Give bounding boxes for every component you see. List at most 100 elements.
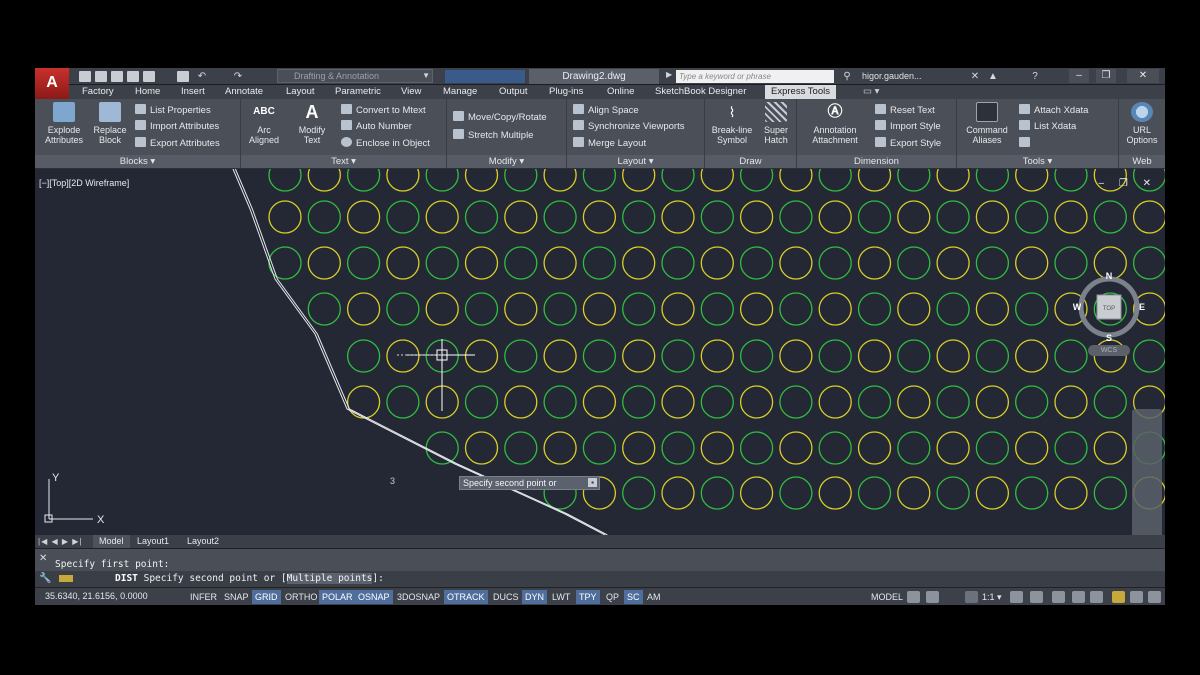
align-space-button[interactable]: Align Space [573,104,639,118]
drawing-circle[interactable] [543,431,577,465]
drawing-circle[interactable] [1093,431,1127,465]
drawing-circle[interactable] [543,200,577,234]
drawing-circle[interactable] [622,169,656,192]
drawing-svg[interactable] [35,169,1165,535]
drawing-circle[interactable] [1015,169,1049,192]
drawing-circle[interactable] [464,339,499,373]
drawing-circle[interactable] [307,200,341,234]
status-toggle-otrack[interactable]: OTRACK [444,590,488,604]
layout-nav-buttons[interactable]: |◀ ◀ ▶ ▶| [38,535,82,548]
annotation-attachment-button[interactable]: Ⓐ Annotation Attachment [803,102,867,145]
status-toggle-qp[interactable]: QP [603,590,622,604]
publish-icon[interactable] [143,71,155,82]
drawing-circle[interactable] [975,292,1010,326]
drawing-circle[interactable] [543,292,577,326]
drawing-circle[interactable] [543,169,577,192]
drawing-circle[interactable] [700,385,734,419]
drawing-circle[interactable] [464,385,499,419]
drawing-circle[interactable] [425,431,459,465]
drawing-circle[interactable] [504,431,538,465]
search-input[interactable]: Type a keyword or phrase [676,70,834,83]
drawing-circle[interactable] [897,200,931,234]
drawing-circle[interactable] [425,292,459,326]
save-icon[interactable] [111,71,123,82]
save-as-icon[interactable] [127,71,139,82]
drawing-circle[interactable] [857,169,892,192]
drawing-circle[interactable] [464,169,499,192]
compass-north[interactable]: N [1106,271,1113,281]
tooltip-options-icon[interactable]: ▪ [588,478,597,487]
drawing-circle[interactable] [1015,292,1049,326]
drawing-circle[interactable] [1015,431,1049,465]
export-style-button[interactable]: Export Style [875,137,941,151]
navigation-bar[interactable] [1132,409,1162,535]
drawing-circle[interactable] [700,476,734,510]
status-menu-icon[interactable] [1130,591,1143,603]
drawing-circle[interactable] [779,200,813,234]
auto-number-button[interactable]: Auto Number [341,120,412,134]
drawing-circle[interactable] [1015,476,1049,510]
drawing-circle[interactable] [661,200,695,234]
customize-icon[interactable]: 🔧 [39,573,51,584]
drawing-circle[interactable] [346,169,381,192]
drawing-circle[interactable] [504,246,538,280]
tab-express-tools[interactable]: Express Tools [765,85,836,99]
drawing-circle[interactable] [464,292,499,326]
user-account[interactable]: higor.gauden... [862,70,922,83]
command-prompt[interactable]: DIST Specify second point or [Multiple p… [115,573,384,584]
drawing-circle[interactable] [739,385,774,419]
modify-text-button[interactable]: A Modify Text [291,102,333,145]
drawing-circle[interactable] [386,200,420,234]
drawing-circle[interactable] [504,339,538,373]
explode-attributes-button[interactable]: Explode Attributes [41,102,87,145]
drawing-circle[interactable] [700,339,734,373]
tab-layout[interactable]: Layout [286,85,315,99]
drawing-circle[interactable] [661,339,695,373]
drawing-circle[interactable] [464,200,499,234]
drawing-circle[interactable] [857,292,892,326]
recent-commands-icon[interactable] [59,575,73,582]
drawing-circle[interactable] [975,476,1010,510]
drawing-circle[interactable] [857,476,892,510]
lock-icon[interactable] [1072,591,1085,603]
drawing-circle[interactable] [661,431,695,465]
drawing-circle[interactable] [307,246,341,280]
autodesk-icon[interactable]: ▲ [987,70,999,83]
drawing-circle[interactable] [1054,200,1088,234]
annotation-scale[interactable]: 1:1 ▾ [979,590,1005,604]
drawing-circle[interactable] [582,246,617,280]
drawing-circle[interactable] [700,292,734,326]
drawing-circle[interactable] [622,431,656,465]
drawing-circle[interactable] [700,200,734,234]
status-toggle-lwt[interactable]: LWT [549,590,573,604]
status-toggle-grid[interactable]: GRID [252,590,281,604]
viewport-controls-label[interactable]: [−][Top][2D Wireframe] [39,178,129,188]
blurred-doc-tab[interactable] [445,70,525,83]
drawing-circle[interactable] [661,476,695,510]
export-attributes-button[interactable]: Export Attributes [135,137,220,151]
compass-west[interactable]: W [1073,302,1082,312]
drawing-circle[interactable] [1015,246,1049,280]
stretch-multiple-button[interactable]: Stretch Multiple [453,129,533,143]
coordinate-display[interactable]: 35.6340, 21.6156, 0.0000 [45,591,148,601]
drawing-circle[interactable] [1054,476,1088,510]
annotation-visibility-icon[interactable] [1010,591,1023,603]
tab-layout1[interactable]: Layout1 [137,535,169,548]
drawing-circle[interactable] [739,476,774,510]
attach-xdata-button[interactable]: Attach Xdata [1019,104,1088,118]
drawing-circle[interactable] [504,292,538,326]
drawing-circle[interactable] [779,476,813,510]
drawing-circle[interactable] [975,200,1010,234]
close-button[interactable]: ✕ [1127,69,1159,83]
drawing-circle[interactable] [661,169,695,192]
drawing-circle[interactable] [1093,385,1127,419]
new-icon[interactable] [79,71,91,82]
hardware-acceleration-icon[interactable] [1090,591,1103,603]
panel-title-modify[interactable]: Modify ▾ [447,155,566,168]
merge-layout-button[interactable]: Merge Layout [573,137,646,151]
panel-title-tools[interactable]: Tools ▾ [957,155,1118,168]
annotation-scale-icon[interactable] [965,591,978,603]
tools-extra-button[interactable] [1019,137,1034,151]
drawing-circle[interactable] [504,385,538,419]
drawing-circle[interactable] [1015,200,1049,234]
